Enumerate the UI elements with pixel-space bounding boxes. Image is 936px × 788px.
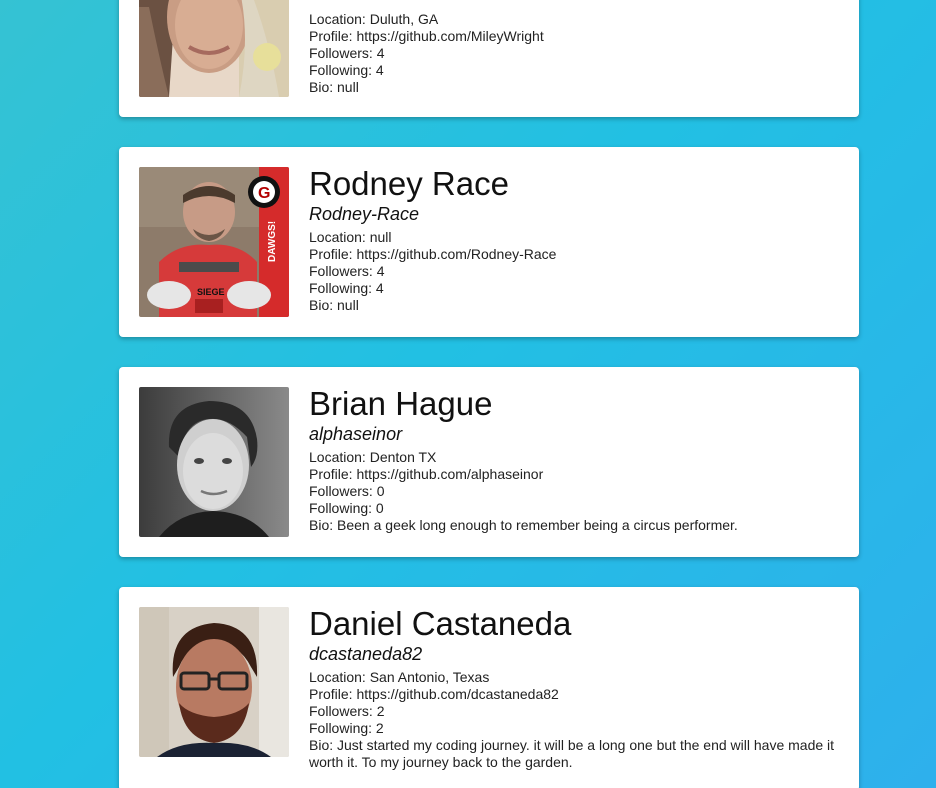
location-line: Location: null	[309, 229, 839, 246]
location-line: Location: Denton TX	[309, 449, 839, 466]
user-name: Rodney Race	[309, 165, 509, 202]
bio-text: Just started my coding journey. it will …	[309, 737, 835, 770]
followers-count: 4	[376, 45, 385, 61]
user-name: Brian Hague	[309, 385, 493, 422]
followers-line: Followers: 2	[309, 703, 839, 720]
following-line: Following: 4	[309, 62, 839, 79]
avatar-photo-miley	[139, 0, 289, 97]
bio-text: null	[337, 297, 359, 313]
user-login: alphaseinor	[309, 424, 403, 444]
profile-label: Profile:	[309, 686, 353, 702]
profile-line: Profile: https://github.com/dcastaneda82	[309, 686, 839, 703]
followers-line: Followers: 4	[309, 45, 839, 62]
avatar-shirt-text: SIEGE	[197, 287, 225, 297]
user-login: Rodney-Race	[309, 204, 420, 224]
followers-count: 0	[376, 483, 385, 499]
location-label: Location:	[309, 449, 366, 465]
profile-label: Profile:	[309, 246, 353, 262]
following-label: Following:	[309, 720, 373, 736]
following-line: Following: 0	[309, 500, 839, 517]
location-value: Duluth, GA	[369, 11, 439, 27]
profile-link[interactable]: https://github.com/MileyWright	[356, 28, 543, 44]
following-line: Following: 2	[309, 720, 839, 737]
profile-line: Profile: https://github.com/alphaseinor	[309, 466, 839, 483]
bio-line: Bio: null	[309, 297, 839, 314]
profile-line: Profile: https://github.com/Rodney-Race	[309, 246, 839, 263]
user-avatar	[139, 387, 289, 537]
user-card: Daniel Castaneda dcastaneda82 Location: …	[119, 587, 859, 788]
user-avatar	[139, 0, 289, 97]
profile-line: Profile: https://github.com/MileyWright	[309, 28, 839, 45]
bio-text: Been a geek long enough to remember bein…	[337, 517, 738, 533]
location-line: Location: Duluth, GA	[309, 11, 839, 28]
avatar-photo-brian	[139, 387, 289, 537]
user-info: Rodney Race Rodney-Race Location: null P…	[309, 167, 839, 317]
followers-label: Followers:	[309, 483, 373, 499]
user-avatar	[139, 607, 289, 757]
avatar-badge-text: DAWGS!	[267, 221, 278, 262]
followers-line: Followers: 4	[309, 263, 839, 280]
svg-text:G: G	[258, 185, 270, 202]
following-label: Following:	[309, 500, 373, 516]
following-count: 4	[375, 280, 384, 296]
location-value: Denton TX	[369, 449, 437, 465]
user-card-list: Location: Duluth, GA Profile: https://gi…	[119, 0, 859, 788]
user-login: dcastaneda82	[309, 644, 423, 664]
followers-label: Followers:	[309, 703, 373, 719]
followers-label: Followers:	[309, 263, 373, 279]
location-value: null	[369, 229, 392, 245]
profile-label: Profile:	[309, 28, 353, 44]
user-info: Daniel Castaneda dcastaneda82 Location: …	[309, 607, 839, 771]
profile-link[interactable]: https://github.com/alphaseinor	[356, 466, 543, 482]
followers-line: Followers: 0	[309, 483, 839, 500]
followers-label: Followers:	[309, 45, 373, 61]
location-label: Location:	[309, 669, 366, 685]
avatar-photo-daniel	[139, 607, 289, 757]
bio-label: Bio:	[309, 297, 334, 313]
user-avatar: G DAWGS! SIEGE	[139, 167, 289, 317]
following-count: 2	[375, 720, 384, 736]
location-label: Location:	[309, 11, 366, 27]
user-card: Brian Hague alphaseinor Location: Denton…	[119, 367, 859, 557]
location-label: Location:	[309, 229, 366, 245]
location-line: Location: San Antonio, Texas	[309, 669, 839, 686]
bio-label: Bio:	[309, 79, 334, 95]
user-name: Daniel Castaneda	[309, 605, 572, 642]
profile-link[interactable]: https://github.com/Rodney-Race	[356, 246, 556, 262]
avatar-photo-rodney: G DAWGS! SIEGE	[139, 167, 289, 317]
following-count: 4	[375, 62, 384, 78]
user-card: G DAWGS! SIEGE Rodney Race Rodney-Race L…	[119, 147, 859, 337]
profile-label: Profile:	[309, 466, 353, 482]
user-info: Location: Duluth, GA Profile: https://gi…	[309, 0, 839, 97]
bio-line: Bio: null	[309, 79, 839, 96]
user-info: Brian Hague alphaseinor Location: Denton…	[309, 387, 839, 537]
following-label: Following:	[309, 280, 373, 296]
following-line: Following: 4	[309, 280, 839, 297]
bio-text: null	[337, 79, 359, 95]
bio-line: Bio: Been a geek long enough to remember…	[309, 517, 839, 534]
following-count: 0	[375, 500, 384, 516]
followers-count: 2	[376, 703, 385, 719]
bio-label: Bio:	[309, 517, 334, 533]
bio-label: Bio:	[309, 737, 334, 753]
location-value: San Antonio, Texas	[369, 669, 490, 685]
following-label: Following:	[309, 62, 373, 78]
followers-count: 4	[376, 263, 385, 279]
user-card: Location: Duluth, GA Profile: https://gi…	[119, 0, 859, 117]
bio-line: Bio: Just started my coding journey. it …	[309, 737, 839, 771]
profile-link[interactable]: https://github.com/dcastaneda82	[356, 686, 558, 702]
